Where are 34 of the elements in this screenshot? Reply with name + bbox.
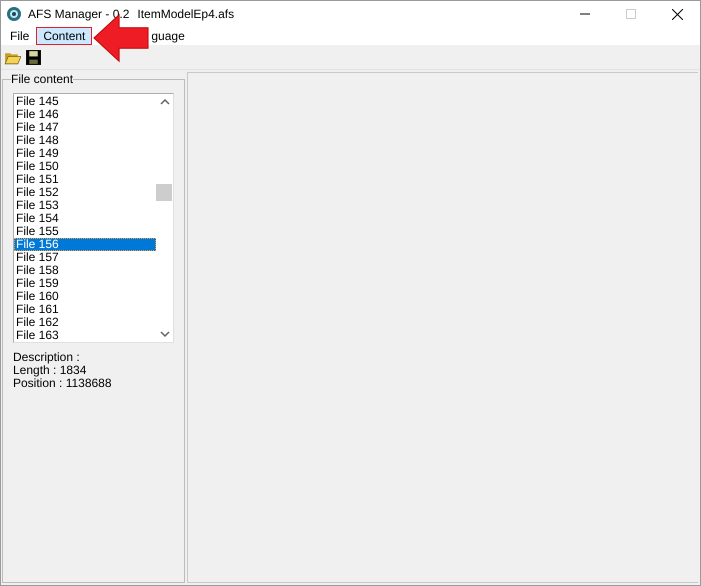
file-list[interactable]: File 145 File 146 File 147 File 148 File 149 File 150 File 151 File 152 File 153 File 154 File 155 File 156 File 157 File 158 File 159 File 160 File 161 File 162 File 163 — [13, 93, 174, 343]
app-icon — [6, 6, 22, 22]
up-caret-icon — [160, 98, 170, 106]
list-item[interactable]: File 161 — [14, 303, 156, 316]
detail-text: Position : 1138688 — [13, 377, 113, 390]
maximize-icon — [626, 9, 636, 19]
detail-text: Length : 1834 — [13, 364, 88, 377]
list-item[interactable]: File 163 — [14, 329, 156, 342]
menu-item[interactable]: File — [3, 27, 36, 45]
detail-text: Description : — [13, 351, 81, 364]
down-caret-icon — [160, 330, 170, 338]
list-item[interactable]: File 162 — [14, 316, 156, 329]
list-item[interactable]: File 153 — [14, 199, 156, 212]
list-item[interactable]: File 159 — [14, 277, 156, 290]
menu-item[interactable]: guage — [150, 27, 192, 45]
list-item[interactable]: File 147 — [14, 121, 156, 134]
scrollbar-thumb[interactable] — [156, 184, 172, 201]
list-item[interactable]: File 148 — [14, 134, 156, 147]
group-title: File content — [11, 72, 74, 86]
menu-item[interactable]: Content — [36, 27, 92, 45]
list-item[interactable]: File 152 — [14, 186, 156, 199]
list-item[interactable]: File 149 — [14, 147, 156, 160]
list-item[interactable]: File 150 — [14, 160, 156, 173]
list-item[interactable]: File 145 — [14, 95, 156, 108]
list-item[interactable]: File 154 — [14, 212, 156, 225]
close-icon — [672, 8, 682, 20]
window-title: ItemModelEp4.afs — [137, 7, 234, 21]
list-item[interactable]: File 155 — [14, 225, 156, 238]
list-item[interactable]: File 151 — [14, 173, 156, 186]
list-item[interactable]: File 156 — [14, 238, 156, 251]
list-item[interactable]: File 146 — [14, 108, 156, 121]
list-item[interactable]: File 160 — [14, 290, 156, 303]
list-item[interactable]: File 158 — [14, 264, 156, 277]
list-item[interactable]: File 157 — [14, 251, 156, 264]
